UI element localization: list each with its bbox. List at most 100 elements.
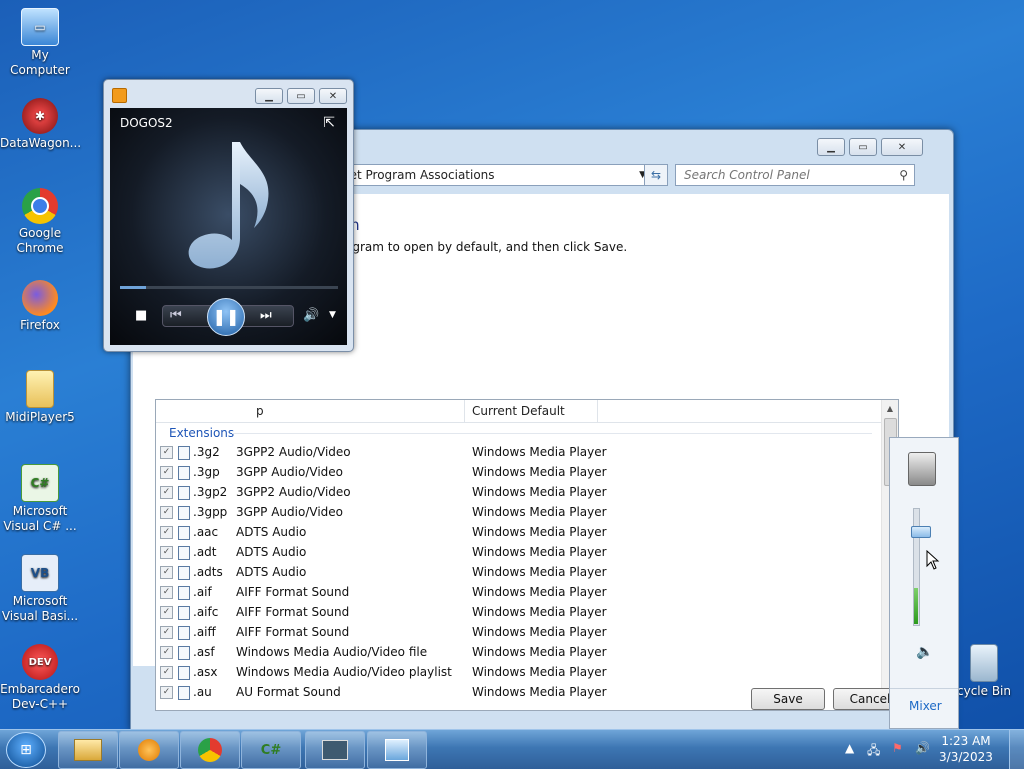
row-current-default: Windows Media Player: [472, 645, 607, 659]
minimize-button[interactable]: ▁: [817, 138, 845, 156]
firefox-icon: [22, 280, 58, 316]
row-checkbox[interactable]: ✓: [160, 506, 173, 519]
row-checkbox[interactable]: ✓: [160, 686, 173, 699]
search-box[interactable]: ⚲: [675, 164, 915, 186]
stop-icon[interactable]: ■: [135, 308, 147, 323]
desktop-icon-chrome[interactable]: Google Chrome: [0, 188, 80, 256]
table-row[interactable]: ✓ .adts ADTS Audio Windows Media Player: [156, 563, 881, 583]
row-current-default: Windows Media Player: [472, 545, 607, 559]
column-header-current-default[interactable]: Current Default: [472, 404, 565, 418]
row-checkbox[interactable]: ✓: [160, 466, 173, 479]
desktop-icon-label: Microsoft Visual Basi...: [1, 594, 79, 623]
music-note-icon: [188, 142, 269, 269]
row-description: Windows Media Audio/Video file: [236, 645, 428, 659]
minimize-button[interactable]: ▁: [255, 88, 283, 104]
table-row[interactable]: ✓ .aifc AIFF Format Sound Windows Media Pla…: [156, 603, 881, 623]
volume-icon[interactable]: 🔊: [303, 308, 319, 323]
refresh-icon[interactable]: ⇆: [644, 164, 668, 186]
now-playing-title: DOGOS2: [120, 116, 173, 130]
chevron-down-icon[interactable]: ▼: [329, 310, 336, 320]
explorer-icon[interactable]: [58, 731, 118, 769]
maximize-button[interactable]: ▭: [287, 88, 315, 104]
address-bar[interactable]: ▸ Set Program Associations ▼: [321, 164, 653, 186]
next-icon[interactable]: ⏭: [260, 308, 272, 323]
row-checkbox[interactable]: ✓: [160, 566, 173, 579]
row-description: AIFF Format Sound: [236, 605, 350, 619]
show-hidden-icons-icon[interactable]: ▲: [845, 741, 854, 755]
action-center-icon[interactable]: ⚑: [892, 741, 903, 755]
table-row[interactable]: ✓ .3gp2 3GPP2 Audio/Video Windows Media Pla…: [156, 483, 881, 503]
row-extension: .asf: [193, 645, 215, 659]
speaker-device-icon[interactable]: [908, 452, 936, 486]
file-type-icon: [178, 486, 190, 500]
desktop-icon-midiplayer5[interactable]: MidiPlayer5: [0, 370, 80, 425]
row-description: ADTS Audio: [236, 565, 307, 579]
pause-button[interactable]: ❚❚: [207, 298, 245, 336]
show-desktop-button[interactable]: [1009, 730, 1024, 769]
file-type-icon: [178, 686, 190, 700]
row-checkbox[interactable]: ✓: [160, 646, 173, 659]
mixer-link[interactable]: Mixer: [909, 699, 942, 713]
desktop-icon-my-computer[interactable]: ▭ My Computer: [0, 8, 80, 78]
row-current-default: Windows Media Player: [472, 505, 607, 519]
media-player-window: ▁ ▭ ✕ DOGOS2 ⇱ ■ ⏮ ❚❚ ⏭ 🔊 ▼: [103, 79, 354, 352]
row-checkbox[interactable]: ✓: [160, 546, 173, 559]
row-current-default: Windows Media Player: [472, 485, 607, 499]
folder-icon: [26, 370, 54, 408]
table-row[interactable]: ✓ .3gp 3GPP Audio/Video Windows Media Playe…: [156, 463, 881, 483]
seek-bar[interactable]: [120, 286, 338, 289]
remote-desktop-icon[interactable]: [305, 731, 365, 769]
search-icon[interactable]: ⚲: [899, 168, 908, 182]
table-row[interactable]: ✓ .aiff AIFF Format Sound Windows Media Pla…: [156, 623, 881, 643]
table-row[interactable]: ✓ .3gpp 3GPP Audio/Video Windows Media Play…: [156, 503, 881, 523]
table-row[interactable]: ✓ .asx Windows Media Audio/Video playlist W…: [156, 663, 881, 683]
column-divider[interactable]: [597, 400, 598, 422]
volume-slider-thumb[interactable]: [911, 526, 931, 539]
mute-icon[interactable]: 🔈: [916, 644, 933, 660]
volume-tray-icon[interactable]: 🔊: [915, 741, 930, 755]
row-extension: .adt: [193, 545, 217, 559]
clock[interactable]: 1:23 AM 3/3/2023: [934, 733, 998, 765]
close-button[interactable]: ✕: [881, 138, 923, 156]
switch-to-library-icon[interactable]: ⇱: [323, 115, 335, 131]
media-player-icon[interactable]: [119, 731, 179, 769]
scroll-up-icon[interactable]: ▲: [882, 404, 898, 413]
desktop-icon-visual-csharp[interactable]: C# Microsoft Visual C# ...: [0, 464, 80, 534]
visual-csharp-icon[interactable]: C#: [241, 731, 301, 769]
associations-list[interactable]: p Current Default Extensions ✓ .3g2 3GPP2 …: [155, 399, 899, 711]
column-header-description[interactable]: p: [256, 404, 264, 418]
row-checkbox[interactable]: ✓: [160, 526, 173, 539]
control-panel-icon[interactable]: [367, 731, 427, 769]
row-checkbox[interactable]: ✓: [160, 486, 173, 499]
row-checkbox[interactable]: ✓: [160, 586, 173, 599]
close-button[interactable]: ✕: [319, 88, 347, 104]
maximize-button[interactable]: ▭: [849, 138, 877, 156]
row-extension: .aiff: [193, 625, 216, 639]
row-checkbox[interactable]: ✓: [160, 626, 173, 639]
row-checkbox[interactable]: ✓: [160, 446, 173, 459]
start-button[interactable]: ⊞: [6, 732, 46, 768]
network-icon[interactable]: 🖧: [867, 741, 880, 762]
desktop-icon-firefox[interactable]: Firefox: [0, 280, 80, 333]
desktop-icon-visual-basic[interactable]: VB Microsoft Visual Basi...: [0, 554, 80, 624]
desktop-icon-devcpp[interactable]: DEV Embarcadero Dev-C++: [0, 644, 80, 712]
table-row[interactable]: ✓ .aac ADTS Audio Windows Media Player: [156, 523, 881, 543]
save-button[interactable]: Save: [751, 688, 825, 710]
desktop-icon-datawagon[interactable]: ✱ DataWagon...: [0, 98, 81, 151]
clock-date: 3/3/2023: [939, 750, 993, 764]
column-divider[interactable]: [464, 400, 465, 422]
chrome-icon[interactable]: [180, 731, 240, 769]
table-row[interactable]: ✓ .asf Windows Media Audio/Video file Windo…: [156, 643, 881, 663]
breadcrumb[interactable]: Set Program Associations: [342, 168, 495, 182]
row-checkbox[interactable]: ✓: [160, 666, 173, 679]
table-row[interactable]: ✓ .adt ADTS Audio Windows Media Player: [156, 543, 881, 563]
search-input[interactable]: [682, 167, 891, 183]
window-controls: ▁ ▭ ✕: [817, 138, 923, 156]
previous-icon[interactable]: ⏮: [170, 308, 182, 323]
file-type-icon: [178, 626, 190, 640]
file-type-icon: [178, 586, 190, 600]
row-description: AIFF Format Sound: [236, 585, 350, 599]
table-row[interactable]: ✓ .aif AIFF Format Sound Windows Media Play…: [156, 583, 881, 603]
row-checkbox[interactable]: ✓: [160, 606, 173, 619]
table-row[interactable]: ✓ .3g2 3GPP2 Audio/Video Windows Media Play…: [156, 443, 881, 463]
